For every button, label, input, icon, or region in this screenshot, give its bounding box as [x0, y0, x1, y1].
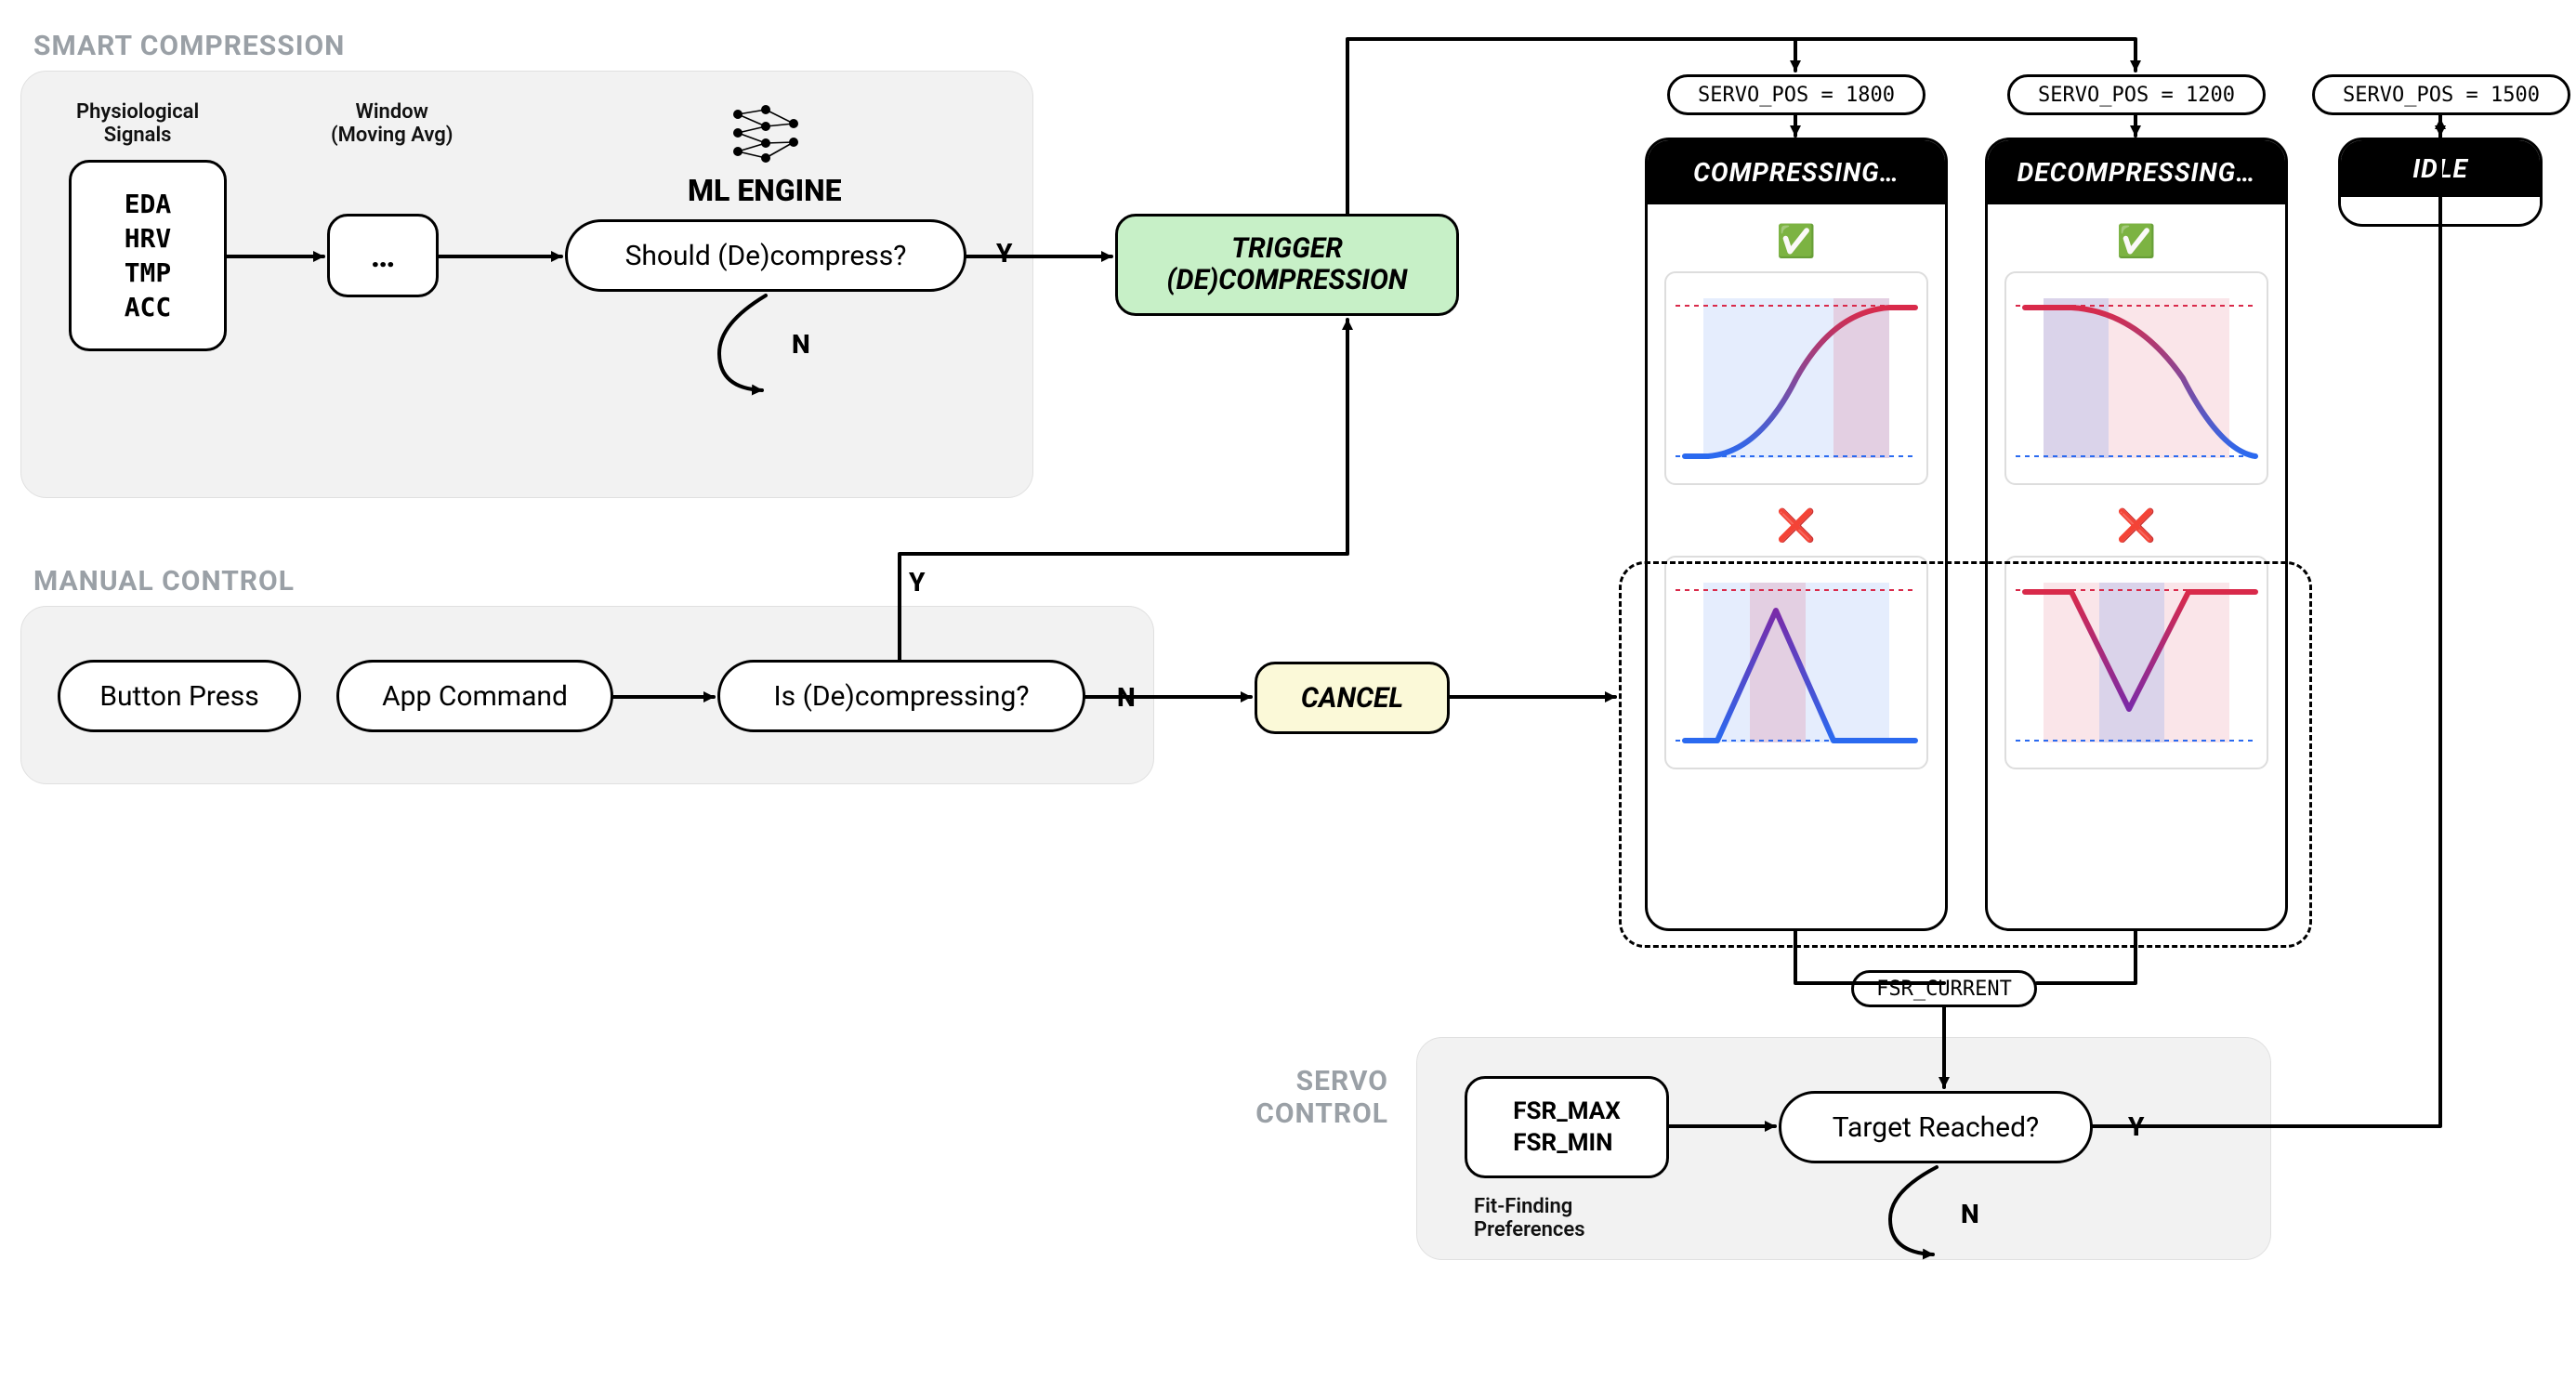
diagram-root: SMART COMPRESSION Physiological Signals … [0, 0, 2576, 1392]
label-phys-signals: Physiological Signals [76, 100, 199, 148]
servo-pos-idle: SERVO_POS = 1500 [2312, 74, 2570, 115]
node-should-decompress: Should (De)compress? [565, 219, 966, 292]
fsr-max: FSR_MAX [1513, 1097, 1620, 1125]
servo-pos-compressing: SERVO_POS = 1800 [1667, 74, 1925, 115]
yn-smart-n: N [792, 329, 810, 360]
node-button-press: Button Press [58, 660, 301, 732]
fsr-current-pill: FSR_CURRENT [1851, 970, 2037, 1007]
node-trigger: TRIGGER (DE)COMPRESSION [1115, 214, 1459, 316]
node-is-decompressing: Is (De)compressing? [717, 660, 1085, 732]
yn-manual-y: Y [909, 567, 925, 598]
state-header-idle: IDLE [2341, 140, 2540, 197]
node-signal-list: EDA HRV TMP ACC [69, 160, 227, 351]
neural-net-icon [729, 100, 803, 165]
signal-acc: ACC [125, 292, 172, 322]
status-ok-icon-2: ✅ [2004, 223, 2268, 260]
status-fail-icon-2: ❌ [2004, 507, 2268, 545]
yn-smart-y: Y [996, 238, 1012, 269]
node-app-command: App Command [336, 660, 613, 732]
yn-servo-n: N [1961, 1199, 1979, 1229]
node-fsr-bounds: FSR_MAX FSR_MIN [1465, 1076, 1669, 1178]
node-cancel: CANCEL [1255, 662, 1450, 734]
yn-manual-n: N [1117, 682, 1136, 713]
fail-charts-group [1619, 561, 2312, 948]
section-title-manual: MANUAL CONTROL [33, 565, 295, 598]
mini-chart-decompress-ok [2004, 271, 2268, 485]
signal-eda: EDA [125, 189, 172, 219]
signal-hrv: HRV [125, 223, 172, 254]
state-card-idle: IDLE [2338, 138, 2543, 227]
label-window: Window (Moving Avg) [331, 100, 453, 148]
label-ml-engine: ML ENGINE [688, 173, 842, 208]
node-target-reached: Target Reached? [1779, 1091, 2093, 1163]
status-fail-icon: ❌ [1664, 507, 1928, 545]
fsr-min: FSR_MIN [1513, 1129, 1612, 1157]
yn-servo-y: Y [2128, 1111, 2144, 1142]
label-fit-prefs: Fit-Finding Preferences [1474, 1195, 1585, 1242]
status-ok-icon: ✅ [1664, 223, 1928, 260]
signal-tmp: TMP [125, 257, 172, 288]
servo-pos-decompressing: SERVO_POS = 1200 [2007, 74, 2266, 115]
mini-chart-compress-ok [1664, 271, 1928, 485]
state-header-decompressing: DECOMPRESSING… [1988, 140, 2285, 204]
state-header-compressing: COMPRESSING… [1648, 140, 1945, 204]
node-window: … [327, 214, 439, 297]
section-title-smart: SMART COMPRESSION [33, 30, 345, 62]
section-title-servo: SERVO CONTROL [1212, 1065, 1388, 1130]
